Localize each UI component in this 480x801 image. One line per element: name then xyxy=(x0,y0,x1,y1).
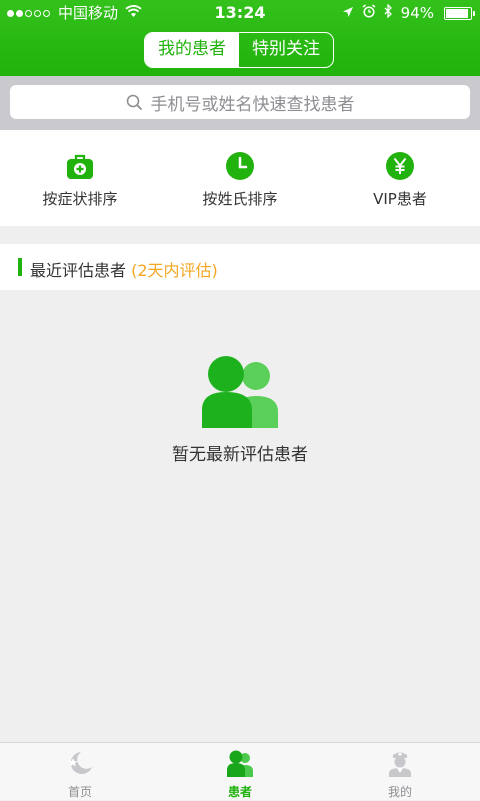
section-accent-bar xyxy=(18,258,22,276)
tab-home-label: 首页 xyxy=(67,785,92,799)
bottom-tab-bar: 首页 患者 我的 xyxy=(0,742,480,800)
battery-percent: 94% xyxy=(400,4,434,22)
tab-my-patients[interactable]: 我的患者 xyxy=(145,33,239,67)
tab-patients-label: 患者 xyxy=(227,785,252,799)
recent-section-header: 最近评估患者 (2天内评估) xyxy=(0,244,480,290)
signal-strength-icon xyxy=(7,9,52,17)
tab-special-attention[interactable]: 特别关注 xyxy=(239,33,333,67)
vip-patients-label: VIP患者 xyxy=(373,190,427,208)
search-bar: 手机号或姓名快速查找患者 xyxy=(0,76,480,130)
search-input[interactable]: 手机号或姓名快速查找患者 xyxy=(10,85,470,119)
medical-kit-icon xyxy=(67,154,93,179)
search-placeholder: 手机号或姓名快速查找患者 xyxy=(150,94,355,115)
sort-by-symptom-button[interactable]: 按症状排序 xyxy=(0,130,160,226)
battery-icon xyxy=(444,6,475,20)
recent-subtitle: (2天内评估) xyxy=(131,261,218,280)
patients-segmented-control: 我的患者 特别关注 xyxy=(144,32,334,68)
nurse-icon xyxy=(389,752,411,777)
recent-title-wrap: 最近评估患者 (2天内评估) xyxy=(30,257,218,281)
yen-icon xyxy=(386,152,414,180)
sort-categories: 按症状排序 按姓氏排序 VIP患者 xyxy=(0,130,480,226)
moon-star-icon xyxy=(68,752,92,774)
patients-icon xyxy=(227,750,253,777)
patients-group-icon xyxy=(202,356,278,428)
tab-mine[interactable]: 我的 xyxy=(320,743,480,801)
sort-by-surname-button[interactable]: 按姓氏排序 xyxy=(160,130,320,226)
header: 中国移动 13:24 94% 我的患者 特别关注 xyxy=(0,0,480,76)
carrier-name: 中国移动 xyxy=(58,4,119,22)
tab-home[interactable]: 首页 xyxy=(0,743,160,801)
recent-title: 最近评估患者 xyxy=(30,261,127,280)
sort-by-symptom-label: 按症状排序 xyxy=(42,190,118,208)
sort-by-surname-label: 按姓氏排序 xyxy=(202,190,278,208)
clock-icon xyxy=(226,152,254,180)
search-icon xyxy=(126,94,142,110)
bluetooth-icon xyxy=(384,0,393,26)
wifi-icon xyxy=(125,0,142,26)
vip-patients-button[interactable]: VIP患者 xyxy=(320,130,480,226)
empty-state-text: 暂无最新评估患者 xyxy=(172,445,308,465)
location-arrow-icon xyxy=(342,0,354,26)
status-bar: 中国移动 13:24 94% xyxy=(0,0,480,26)
tab-mine-label: 我的 xyxy=(387,785,412,799)
tab-patients[interactable]: 患者 xyxy=(160,743,320,801)
alarm-clock-icon xyxy=(362,0,376,26)
